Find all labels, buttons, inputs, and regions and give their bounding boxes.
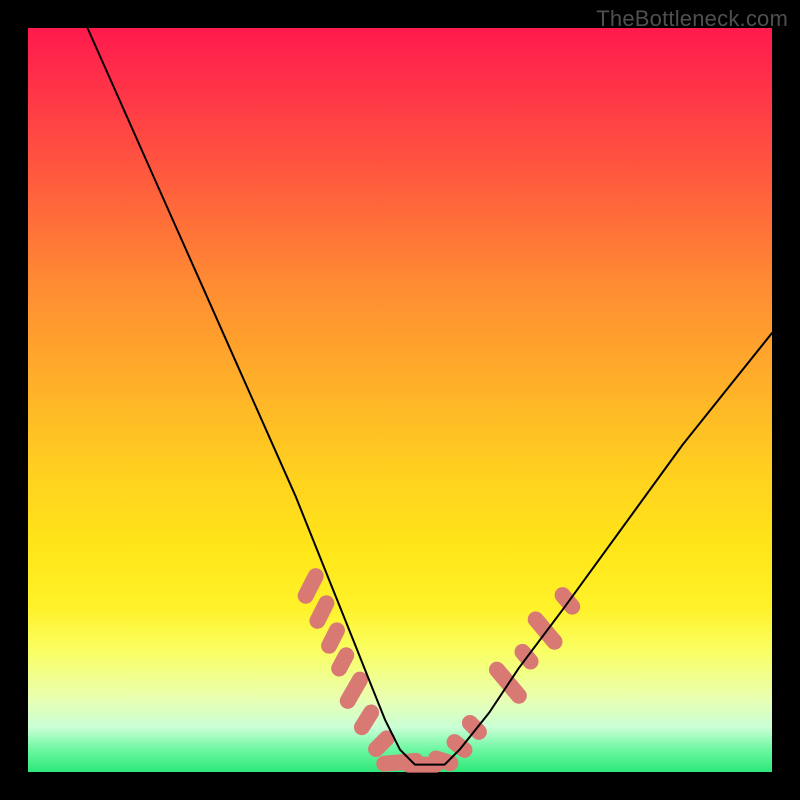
chart-plot-area [28, 28, 772, 772]
highlight-capsules [295, 565, 584, 773]
highlight-capsule [351, 701, 382, 738]
watermark-text: TheBottleneck.com [596, 6, 788, 32]
chart-frame: TheBottleneck.com [0, 0, 800, 800]
chart-svg [28, 28, 772, 772]
bottleneck-curve [88, 28, 773, 765]
